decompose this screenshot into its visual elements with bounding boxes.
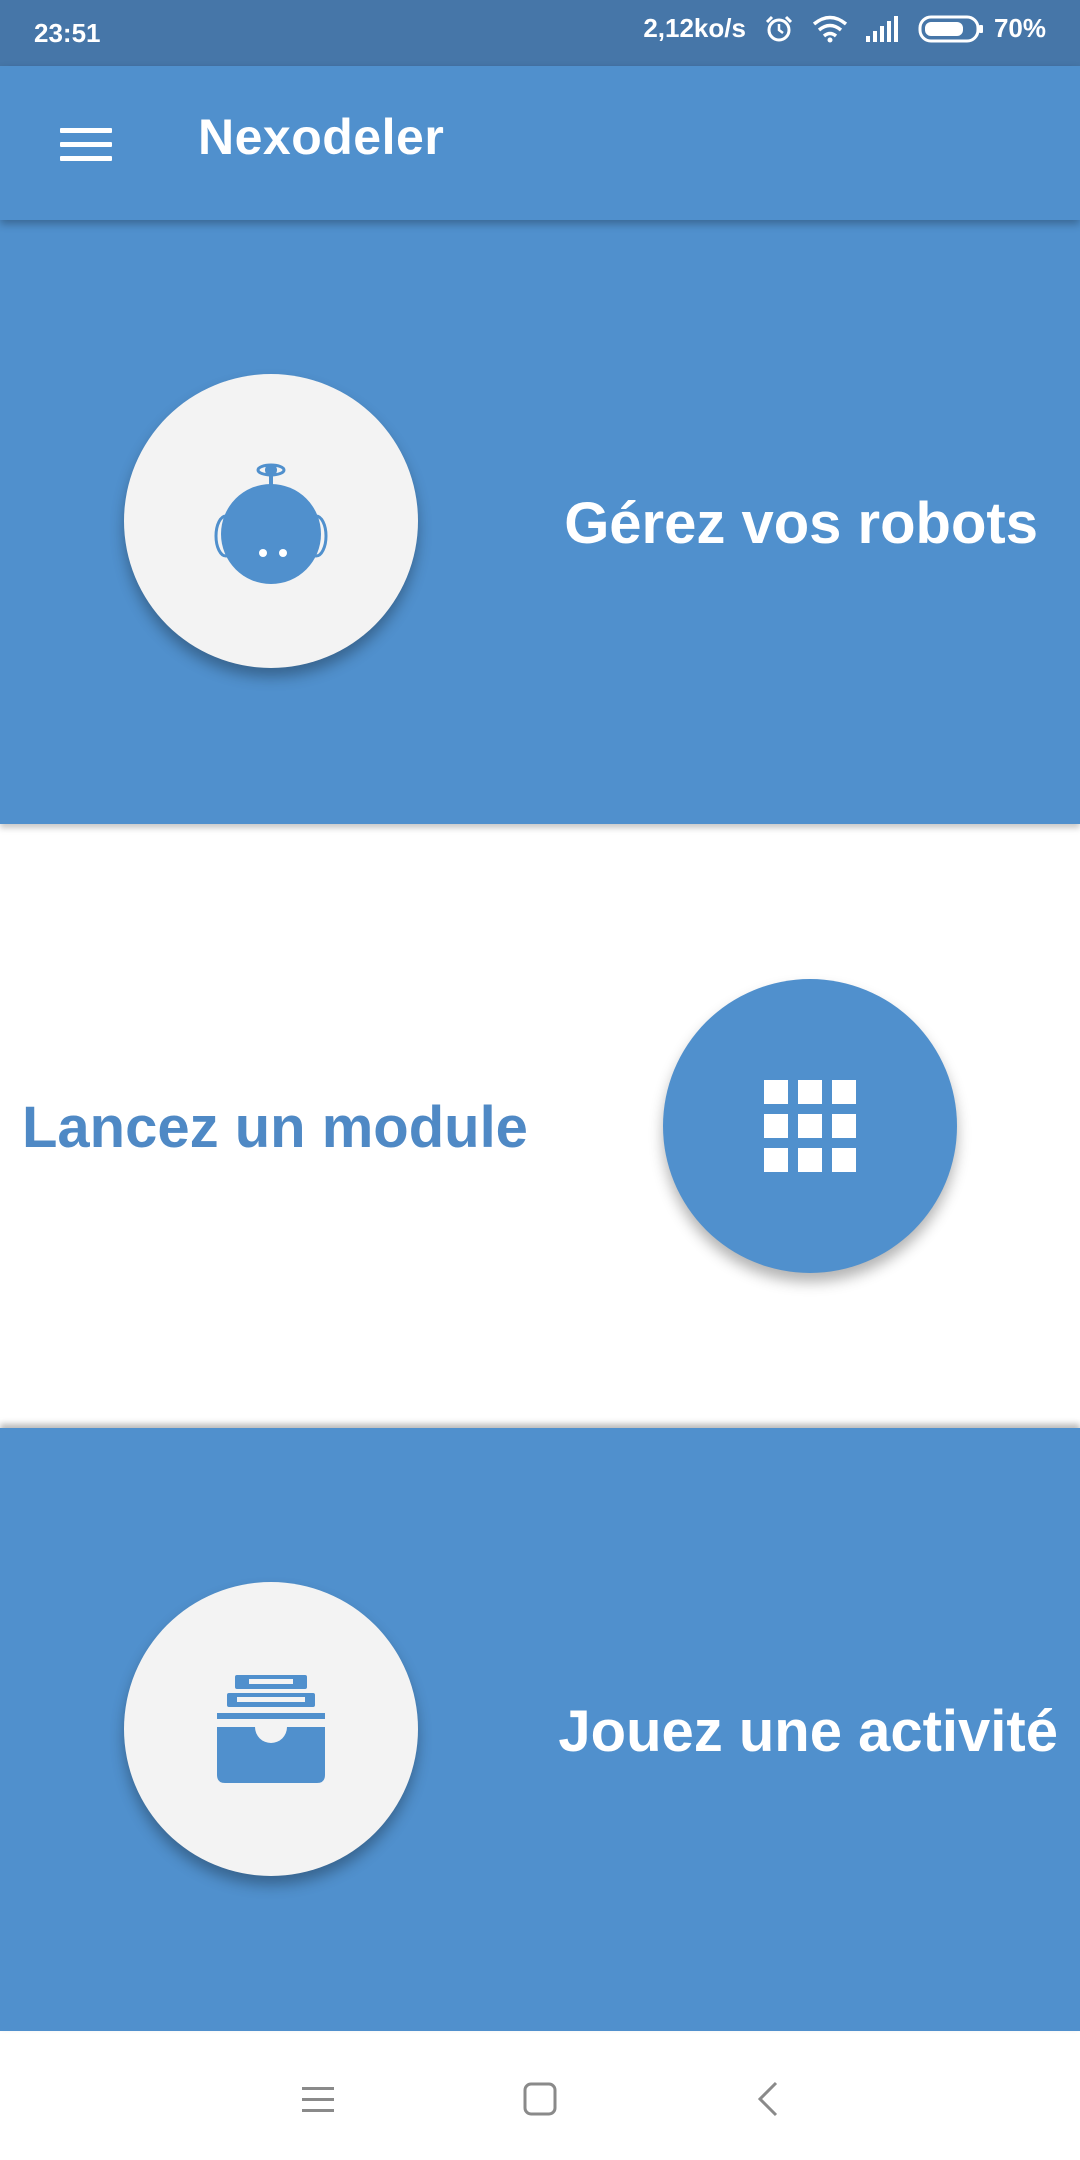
- battery-indicator: 70%: [918, 13, 1046, 44]
- play-activity-button[interactable]: [124, 1582, 418, 1876]
- play-activity-label: Jouez une activité: [558, 1699, 1058, 1764]
- app-bar: Nexodeler: [0, 66, 1080, 220]
- signal-icon: [865, 15, 898, 42]
- launch-module-card[interactable]: Lancez un module: [0, 824, 1080, 1428]
- play-activity-card[interactable]: Jouez une activité: [0, 1428, 1080, 2031]
- status-indicators: 2,12ko/s 70%: [643, 13, 1046, 44]
- manage-robots-label: Gérez vos robots: [564, 491, 1038, 556]
- launch-module-button[interactable]: [663, 979, 957, 1273]
- launch-module-label: Lancez un module: [22, 1095, 528, 1160]
- status-time: 23:51: [34, 18, 101, 48]
- battery-icon: [918, 15, 983, 42]
- robot-icon: [214, 463, 328, 584]
- home-icon[interactable]: [512, 2071, 568, 2127]
- app-title: Nexodeler: [198, 109, 445, 165]
- manage-robots-card[interactable]: Gérez vos robots: [0, 220, 1080, 824]
- network-speed: 2,12ko/s: [643, 13, 746, 43]
- recent-apps-icon[interactable]: [290, 2071, 346, 2127]
- system-nav-bar: [0, 2031, 1080, 2160]
- alarm-icon: [765, 15, 793, 41]
- back-icon[interactable]: [740, 2071, 796, 2127]
- battery-percent: 70%: [993, 13, 1046, 43]
- manage-robots-button[interactable]: [124, 374, 418, 668]
- hamburger-menu-icon[interactable]: [52, 116, 124, 172]
- grid-icon: [764, 1080, 856, 1172]
- archive-box-icon: [217, 1675, 325, 1783]
- wifi-icon: [812, 15, 848, 42]
- status-bar: 23:51 2,12ko/s 70%: [0, 0, 1080, 66]
